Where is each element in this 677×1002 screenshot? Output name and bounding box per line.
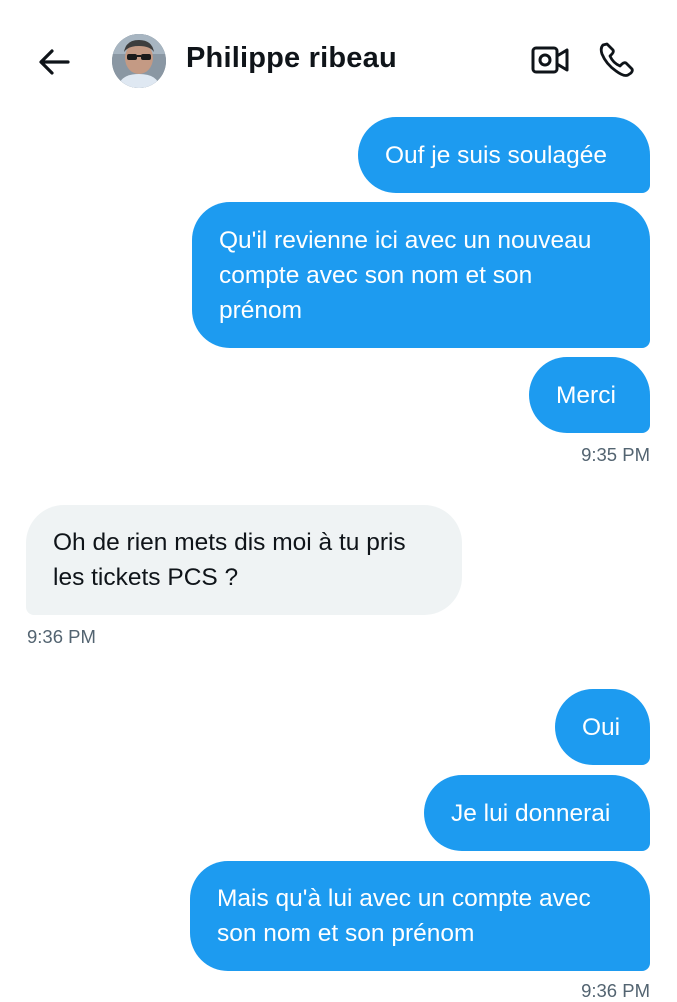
message-bubble-sent[interactable]: Merci — [529, 357, 650, 433]
message-text: Ouf je suis soulagée — [385, 141, 607, 169]
message-text: Oh de rien mets dis moi à tu pris les ti… — [53, 529, 406, 591]
message-text: Mais qu'à lui avec un compte avec son no… — [217, 885, 591, 947]
message-timestamp: 9:36 PM — [27, 626, 96, 647]
message-text: Oui — [582, 713, 621, 741]
message-timestamp: 9:36 PM — [581, 980, 650, 1001]
message-bubble-received[interactable]: Oh de rien mets dis moi à tu pris les ti… — [26, 505, 462, 615]
message-bubble-sent[interactable]: Mais qu'à lui avec un compte avec son no… — [190, 861, 650, 971]
message-text: Je lui donnerai — [451, 799, 611, 827]
message-text: Merci — [556, 381, 616, 409]
message-text: Qu'il revienne ici avec un nouveau compt… — [219, 226, 592, 324]
message-thread: Ouf je suis soulagée Qu'il revienne ici … — [0, 0, 677, 1001]
message-bubble-sent[interactable]: Ouf je suis soulagée — [358, 117, 650, 193]
message-bubble-sent[interactable]: Je lui donnerai — [424, 775, 650, 851]
message-timestamp: 9:35 PM — [581, 444, 650, 465]
message-bubble-sent[interactable]: Qu'il revienne ici avec un nouveau compt… — [192, 202, 650, 348]
message-bubble-sent[interactable]: Oui — [555, 689, 650, 765]
